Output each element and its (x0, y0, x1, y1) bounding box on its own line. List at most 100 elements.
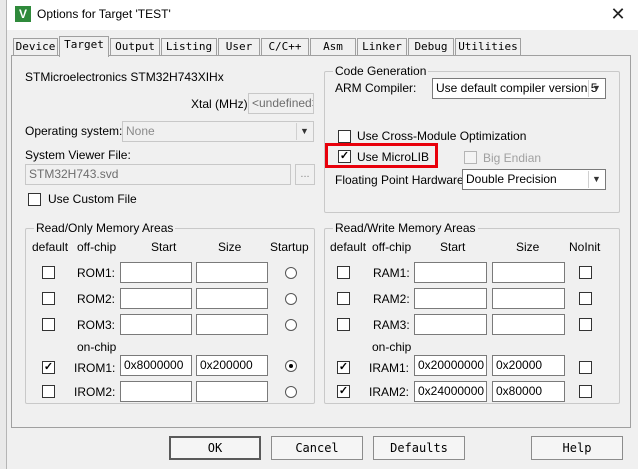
microlib-label: Use MicroLIB (357, 150, 430, 164)
iram1-noinit-checkbox[interactable] (579, 361, 592, 374)
tab-linker[interactable]: Linker (357, 38, 407, 56)
ro-header-startup: Startup (270, 240, 309, 254)
os-select[interactable]: None ▼ (122, 121, 314, 142)
cross-module-checkbox[interactable] (338, 130, 351, 143)
irom1-default-checkbox[interactable]: ✓ (42, 361, 55, 374)
ram1-default-checkbox[interactable] (337, 266, 350, 279)
ram2-default-checkbox[interactable] (337, 292, 350, 305)
xtal-field[interactable]: <undefined> (248, 93, 314, 114)
rom3-start-field[interactable] (120, 314, 192, 335)
fph-label: Floating Point Hardware: (335, 173, 468, 187)
keil-v-icon: V (15, 6, 31, 22)
arm-compiler-label: ARM Compiler: (335, 81, 417, 95)
rom2-size-field[interactable] (196, 288, 268, 309)
rom1-startup-radio[interactable] (285, 267, 297, 279)
ram2-start-field[interactable] (414, 288, 487, 309)
tab-target[interactable]: Target (59, 36, 109, 57)
big-endian-label: Big Endian (483, 151, 542, 165)
title-bar: V Options for Target 'TEST' ✕ (7, 0, 638, 30)
irom1-startup-radio[interactable] (285, 360, 297, 372)
tab-c-cpp[interactable]: C/C++ (261, 38, 309, 56)
tab-device[interactable]: Device (13, 38, 58, 56)
xtal-label: Xtal (MHz): (191, 97, 251, 111)
defaults-button[interactable]: Defaults (373, 436, 465, 460)
rom2-start-field[interactable] (120, 288, 192, 309)
iram1-size-field[interactable]: 0x20000 (492, 355, 565, 376)
ok-button[interactable]: OK (169, 436, 261, 460)
tab-user[interactable]: User (218, 38, 260, 56)
iram2-start-field[interactable]: 0x24000000 (414, 381, 487, 402)
ro-header-start: Start (151, 240, 177, 254)
iram1-default-checkbox[interactable]: ✓ (337, 361, 350, 374)
ram1-label: RAM1: (373, 266, 410, 280)
iram2-default-checkbox[interactable]: ✓ (337, 385, 350, 398)
ram3-label: RAM3: (373, 318, 410, 332)
readwrite-memory-title: Read/Write Memory Areas (333, 221, 478, 235)
rw-header-size: Size (516, 240, 540, 254)
chevron-down-icon: ▼ (588, 171, 604, 188)
ram3-noinit-checkbox[interactable] (579, 318, 592, 331)
use-custom-file-label: Use Custom File (48, 192, 137, 206)
ro-header-default: default (32, 240, 69, 254)
iram2-label: IRAM2: (369, 385, 410, 399)
browse-button[interactable]: ... (295, 164, 315, 185)
rom1-size-field[interactable] (196, 262, 268, 283)
rom1-start-field[interactable] (120, 262, 192, 283)
microlib-checkbox[interactable]: ✓ (338, 150, 351, 163)
ro-header-size: Size (218, 240, 242, 254)
ram2-noinit-checkbox[interactable] (579, 292, 592, 305)
rom1-default-checkbox[interactable] (42, 266, 55, 279)
readonly-memory-title: Read/Only Memory Areas (34, 221, 176, 235)
svd-field[interactable]: STM32H743.svd (25, 164, 291, 185)
tab-asm[interactable]: Asm (310, 38, 356, 56)
rw-header-start: Start (440, 240, 466, 254)
irom1-label: IROM1: (74, 361, 116, 375)
arm-compiler-value: Use default compiler version 5 (436, 81, 598, 95)
iram2-noinit-checkbox[interactable] (579, 385, 592, 398)
rom2-default-checkbox[interactable] (42, 292, 55, 305)
irom2-default-checkbox[interactable] (42, 385, 55, 398)
svd-label: System Viewer File: (25, 148, 131, 162)
use-custom-file-checkbox[interactable] (28, 193, 41, 206)
rom3-size-field[interactable] (196, 314, 268, 335)
device-name: STMicroelectronics STM32H743XIHx (25, 70, 224, 84)
irom2-start-field[interactable] (120, 381, 192, 402)
ram1-noinit-checkbox[interactable] (579, 266, 592, 279)
help-button[interactable]: Help (531, 436, 623, 460)
tab-listing[interactable]: Listing (161, 38, 217, 56)
close-icon[interactable]: ✕ (605, 2, 631, 26)
code-generation-title: Code Generation (333, 64, 429, 78)
os-label: Operating system: (25, 124, 123, 138)
rom3-default-checkbox[interactable] (42, 318, 55, 331)
irom1-size-field[interactable]: 0x200000 (196, 355, 268, 376)
irom1-start-field[interactable]: 0x8000000 (120, 355, 192, 376)
cancel-button[interactable]: Cancel (271, 436, 363, 460)
big-endian-checkbox[interactable] (464, 151, 477, 164)
os-select-value: None (126, 124, 155, 138)
iram1-start-field[interactable]: 0x20000000 (414, 355, 487, 376)
iram2-size-field[interactable]: 0x80000 (492, 381, 565, 402)
tab-utilities[interactable]: Utilities (455, 38, 521, 56)
arm-compiler-select[interactable]: Use default compiler version 5 ▼ (432, 78, 606, 99)
fph-value: Double Precision (466, 172, 557, 186)
irom2-startup-radio[interactable] (285, 386, 297, 398)
rw-header-offchip: off-chip (372, 240, 412, 254)
cross-module-label: Use Cross-Module Optimization (357, 129, 527, 143)
rw-header-noinit: NoInit (569, 240, 601, 254)
fph-select[interactable]: Double Precision ▼ (462, 169, 606, 190)
tab-output[interactable]: Output (110, 38, 160, 56)
ram2-size-field[interactable] (492, 288, 565, 309)
ram3-default-checkbox[interactable] (337, 318, 350, 331)
ram3-size-field[interactable] (492, 314, 565, 335)
rom2-startup-radio[interactable] (285, 293, 297, 305)
ro-header-offchip: off-chip (77, 240, 117, 254)
ram1-start-field[interactable] (414, 262, 487, 283)
rom3-startup-radio[interactable] (285, 319, 297, 331)
iram1-label: IRAM1: (369, 361, 410, 375)
ram2-label: RAM2: (373, 292, 410, 306)
irom2-size-field[interactable] (196, 381, 268, 402)
ram1-size-field[interactable] (492, 262, 565, 283)
ram3-start-field[interactable] (414, 314, 487, 335)
tab-debug[interactable]: Debug (408, 38, 454, 56)
rw-onchip-label: on-chip (372, 340, 412, 354)
